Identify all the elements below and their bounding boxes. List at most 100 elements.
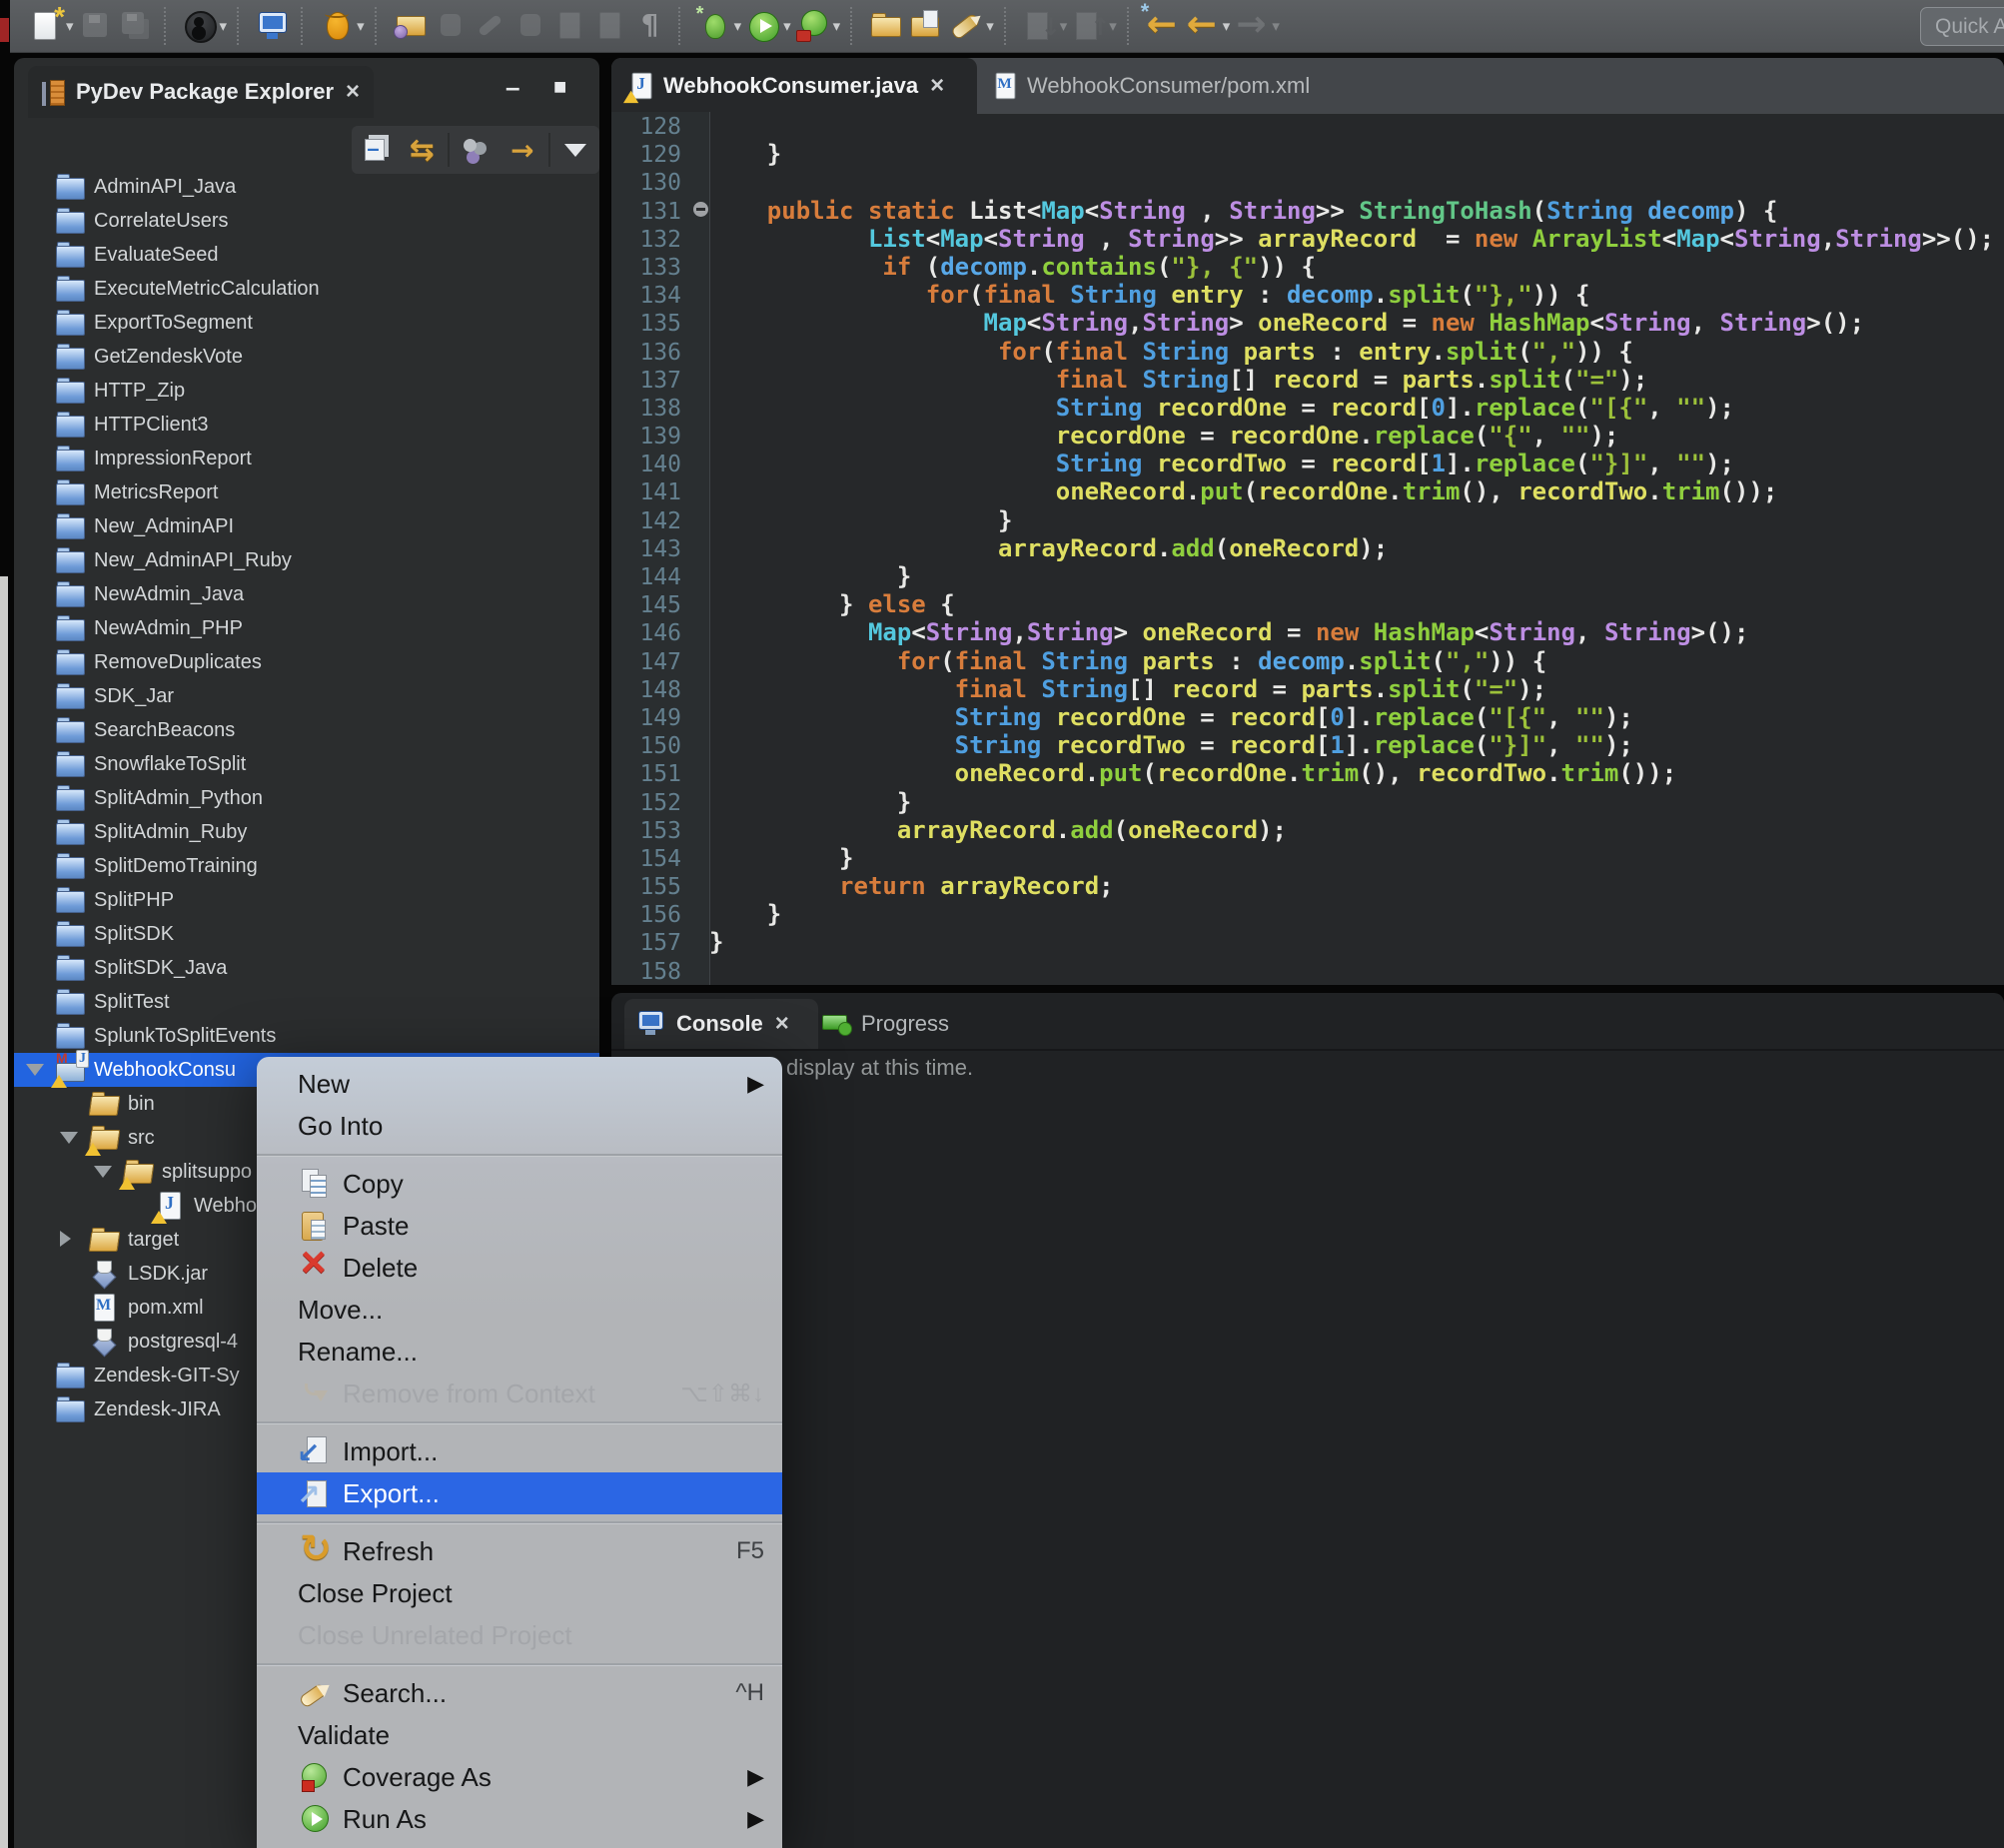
tree-item-httpclient3[interactable]: HTTPClient3: [14, 408, 599, 442]
tree-item-label: Zendesk-JIRA: [94, 1398, 221, 1421]
tree-item-new-adminapi[interactable]: New_AdminAPI: [14, 509, 599, 543]
dropdown-caret-icon[interactable]: ▾: [66, 17, 74, 35]
menu-item-import[interactable]: Import...: [257, 1430, 782, 1472]
tab-progress[interactable]: Progress: [821, 999, 1011, 1049]
menu-item-refresh[interactable]: RefreshF5: [257, 1530, 782, 1572]
code-token: recordOne: [1041, 703, 1186, 731]
new-wizard-button[interactable]: ▾: [28, 8, 74, 44]
expand-arrow-icon[interactable]: [26, 1064, 44, 1076]
close-view-icon[interactable]: ×: [346, 78, 360, 106]
menu-item-go-into[interactable]: Go Into: [257, 1105, 782, 1147]
close-console-icon[interactable]: ×: [775, 1010, 789, 1038]
line-number: 146: [611, 619, 709, 647]
pin-editor-icon: [433, 8, 469, 44]
close-tab-icon[interactable]: ×: [930, 72, 944, 100]
open-folder-button[interactable]: [868, 8, 904, 44]
project-folder-icon: [54, 579, 88, 609]
tree-item-newadmin-java[interactable]: NewAdmin_Java: [14, 577, 599, 611]
tree-item-newadmin-php[interactable]: NewAdmin_PHP: [14, 611, 599, 645]
focus-icon[interactable]: [501, 130, 543, 170]
menu-item-coverage-as[interactable]: Coverage As▶: [257, 1756, 782, 1798]
menu-item-new[interactable]: New▶: [257, 1063, 782, 1105]
code-token: =: [1186, 703, 1229, 731]
menu-item-copy[interactable]: Copy: [257, 1163, 782, 1205]
code-token: .: [1085, 759, 1099, 787]
tree-item-executemetriccalculation[interactable]: ExecuteMetricCalculation: [14, 272, 599, 306]
dropdown-caret-icon[interactable]: ▾: [986, 17, 994, 35]
back-origin-button[interactable]: [1145, 8, 1181, 44]
tree-item-correlateusers[interactable]: CorrelateUsers: [14, 204, 599, 238]
split-plugin-button[interactable]: ▾: [319, 8, 365, 44]
clipboard-folder-button[interactable]: [908, 8, 944, 44]
dropdown-caret-icon[interactable]: ▾: [357, 17, 365, 35]
tree-item-snowflaketosplit[interactable]: SnowflakeToSplit: [14, 747, 599, 781]
tree-item-searchbeacons[interactable]: SearchBeacons: [14, 713, 599, 747]
dropdown-caret-icon[interactable]: ▾: [1223, 17, 1231, 35]
tree-item-splunktosplitevents[interactable]: SplunkToSplitEvents: [14, 1019, 599, 1053]
menu-item-rename[interactable]: Rename...: [257, 1331, 782, 1373]
menu-item-search[interactable]: Search...^H: [257, 1672, 782, 1714]
link-icon[interactable]: [401, 130, 443, 170]
tree-item-exporttosegment[interactable]: ExportToSegment: [14, 306, 599, 340]
tree-item-getzendeskvote[interactable]: GetZendeskVote: [14, 340, 599, 374]
tree-item-splitphp[interactable]: SplitPHP: [14, 883, 599, 917]
tree-item-splitadmin-python[interactable]: SplitAdmin_Python: [14, 781, 599, 815]
viewmenu-icon[interactable]: [554, 130, 596, 170]
dropdown-caret-icon[interactable]: ▾: [1060, 17, 1068, 35]
quick-access-button[interactable]: Quick A: [1920, 7, 2004, 46]
tab-console[interactable]: Console ×: [624, 999, 818, 1049]
remote-console-button[interactable]: [255, 8, 291, 44]
tab-webhookconsumer-java[interactable]: WebhookConsumer.java ×: [611, 58, 977, 114]
tree-item-removeduplicates[interactable]: RemoveDuplicates: [14, 645, 599, 679]
run-history-button[interactable]: ▾: [795, 8, 841, 44]
toolbar-separator: [548, 133, 550, 167]
menu-item-paste[interactable]: Paste: [257, 1205, 782, 1247]
tree-item-splitsdk-java[interactable]: SplitSDK_Java: [14, 951, 599, 985]
dropdown-caret-icon[interactable]: ▾: [220, 17, 228, 35]
dropdown-caret-icon[interactable]: ▾: [734, 17, 742, 35]
debug-button[interactable]: ▾: [696, 8, 742, 44]
menu-item-close-project[interactable]: Close Project: [257, 1572, 782, 1614]
collapse-icon[interactable]: [354, 130, 396, 170]
editor-panel[interactable]: WebhookConsumer.java × WebhookConsumer/p…: [611, 58, 2004, 985]
back-button[interactable]: ▾: [1185, 8, 1231, 44]
dropdown-caret-icon[interactable]: ▾: [833, 17, 841, 35]
dropdown-caret-icon[interactable]: ▾: [783, 17, 791, 35]
tree-item-adminapi-java[interactable]: AdminAPI_Java: [14, 170, 599, 204]
user-profile-button[interactable]: ▾: [182, 8, 228, 44]
tree-item-splitdemotraining[interactable]: SplitDemoTraining: [14, 849, 599, 883]
highlighter-button[interactable]: ▾: [948, 8, 994, 44]
menu-item-validate[interactable]: Validate: [257, 1714, 782, 1756]
tree-item-evaluateseed[interactable]: EvaluateSeed: [14, 238, 599, 272]
tree-item-new-adminapi-ruby[interactable]: New_AdminAPI_Ruby: [14, 543, 599, 577]
dropdown-caret-icon[interactable]: ▾: [1272, 17, 1280, 35]
tab-pydev-package-explorer[interactable]: PyDev Package Explorer ×: [28, 66, 374, 118]
filter-icon[interactable]: [455, 130, 497, 170]
tree-item-label: SplitDemoTraining: [94, 855, 258, 878]
tree-item-sdk-jar[interactable]: SDK_Jar: [14, 679, 599, 713]
maximize-view-button[interactable]: ■: [553, 74, 566, 100]
expand-arrow-icon[interactable]: [94, 1166, 112, 1178]
tree-item-impressionreport[interactable]: ImpressionReport: [14, 442, 599, 475]
expand-arrow-icon[interactable]: [60, 1132, 78, 1144]
code-token: >();: [1691, 618, 1749, 646]
show-whitespace-button[interactable]: [632, 8, 668, 44]
code-token: (: [1532, 197, 1546, 225]
tab-pom-xml[interactable]: WebhookConsumer/pom.xml: [979, 58, 1349, 114]
menu-item-run-as[interactable]: Run As▶: [257, 1798, 782, 1840]
menu-item-delete[interactable]: Delete: [257, 1247, 782, 1289]
tree-item-splitsdk[interactable]: SplitSDK: [14, 917, 599, 951]
open-task-button[interactable]: [393, 8, 429, 44]
tree-item-splitadmin-ruby[interactable]: SplitAdmin_Ruby: [14, 815, 599, 849]
code-editor[interactable]: 128129 }130131 public static List<Map<St…: [611, 112, 2004, 985]
expand-arrow-icon[interactable]: [60, 1231, 71, 1247]
run-button[interactable]: ▾: [745, 8, 791, 44]
minimize-view-button[interactable]: –: [505, 74, 519, 100]
tree-item-http-zip[interactable]: HTTP_Zip: [14, 374, 599, 408]
menu-item-move[interactable]: Move...: [257, 1289, 782, 1331]
menu-item-export[interactable]: Export...: [257, 1472, 782, 1514]
tree-item-metricsreport[interactable]: MetricsReport: [14, 475, 599, 509]
fold-marker-icon[interactable]: [693, 202, 708, 217]
tree-item-splittest[interactable]: SplitTest: [14, 985, 599, 1019]
dropdown-caret-icon[interactable]: ▾: [1109, 17, 1117, 35]
